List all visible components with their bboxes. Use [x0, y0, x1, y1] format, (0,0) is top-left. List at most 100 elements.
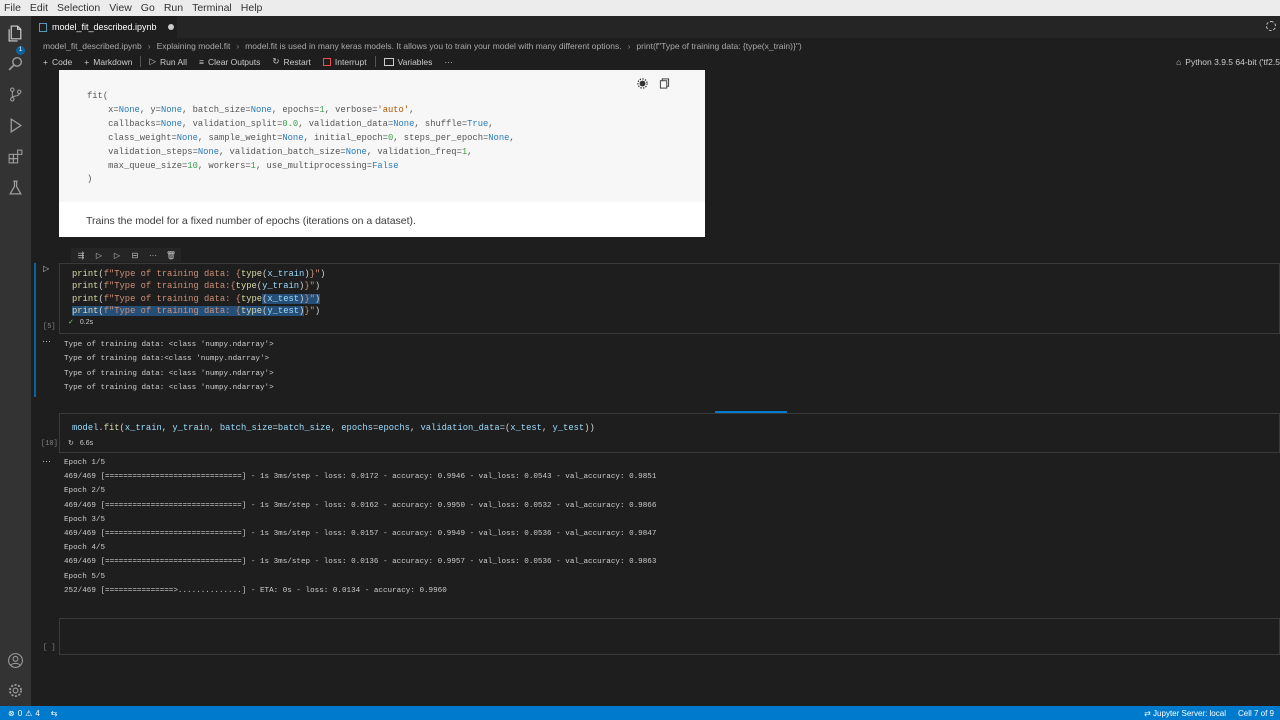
run-by-line-icon[interactable]: ⇶ [75, 249, 87, 261]
menu-view[interactable]: View [105, 0, 137, 16]
run-debug-icon[interactable] [6, 116, 25, 135]
tab-notebook[interactable]: model_fit_described.ipynb [31, 16, 177, 38]
doc-line: ) [87, 174, 93, 185]
copy-icon[interactable] [659, 78, 670, 89]
menu-go[interactable]: Go [137, 0, 160, 16]
doc-line: validation_steps=None, validation_batch_… [108, 146, 473, 157]
clear-outputs-button[interactable]: ≡ Clear Outputs [193, 57, 266, 67]
theme-toggle-icon[interactable] [637, 78, 648, 89]
code-line: print(f"Type of training data:{type(y_tr… [72, 281, 321, 292]
testing-icon[interactable] [6, 178, 25, 197]
problems-indicator[interactable]: ⊗ 0 ⚠ 4 ⇆ [0, 709, 57, 718]
restart-button[interactable]: ↻ Restart [266, 56, 317, 67]
toolbar-divider [374, 56, 376, 67]
output-more-icon[interactable]: ··· [42, 456, 51, 466]
variables-button[interactable]: Variables [378, 57, 439, 67]
check-icon: ✓ [68, 319, 74, 326]
breadcrumb-section[interactable]: Explaining model.fit [157, 41, 231, 51]
exec-count: [ ] [43, 644, 56, 652]
cell-position[interactable]: Cell 7 of 9 [1238, 709, 1274, 718]
output-line: Epoch 2/5 [64, 487, 106, 496]
split-cell-icon[interactable]: ⊟ [129, 249, 141, 261]
notebook-icon [39, 22, 47, 32]
unsaved-dot-icon[interactable] [167, 24, 174, 30]
menu-file[interactable]: File [0, 0, 26, 16]
plus-icon: + [43, 56, 48, 67]
cell-code[interactable]: print(f"Type of training data: {type(x_t… [72, 268, 325, 317]
clear-outputs-label: Clear Outputs [207, 56, 261, 67]
error-icon: ⊗ [8, 708, 15, 718]
server-icon: ⇄ [1144, 708, 1154, 718]
settings-gear-icon[interactable] [6, 681, 25, 700]
run-cell-icon[interactable]: ▷ [43, 264, 49, 273]
account-icon[interactable] [6, 651, 25, 670]
add-code-label: Code [51, 56, 73, 67]
plus-icon: + [84, 56, 90, 67]
interrupt-button[interactable]: Interrupt [317, 57, 373, 67]
variables-icon [383, 57, 394, 66]
breadcrumb-cell[interactable]: print(f"Type of training data: {type(x_t… [636, 41, 801, 51]
source-control-icon[interactable] [6, 85, 25, 104]
doc-line: callbacks=None, validation_split=0.0, va… [108, 118, 494, 129]
output-line: 469/469 [==============================]… [64, 558, 657, 567]
delete-trash-icon[interactable]: 🗑 [165, 249, 177, 261]
notebook-toolbar: + Code + Markdown ▷ Run All ≡ Clear Outputs … [31, 54, 1280, 69]
execute-below-icon[interactable]: ▷ [111, 249, 123, 261]
more-icon[interactable]: ··· [147, 249, 159, 261]
focus-indicator [34, 263, 36, 397]
status-bar: ⊗ 0 ⚠ 4 ⇆ ⇄ Jupyter Server: local Cell 7 o… [0, 706, 1280, 720]
jupyter-server-status[interactable]: ⇄ Jupyter Server: local [1144, 709, 1226, 718]
code-cell[interactable]: print(f"Type of training data: {type(x_t… [59, 263, 1280, 334]
doc-line: x=None, y=None, batch_size=None, epochs=… [108, 104, 415, 115]
output-more-icon[interactable]: ··· [42, 336, 51, 346]
output-line: Type of training data:<class 'numpy.ndar… [64, 355, 270, 364]
menu-edit[interactable]: Edit [26, 0, 53, 16]
markdown-image-cell[interactable]: fit( x=None, y=None, batch_size=None, ep… [59, 70, 705, 237]
doc-line: fit( [87, 91, 109, 101]
fit-signature-code: fit( x=None, y=None, batch_size=None, ep… [87, 90, 515, 187]
output-line: 252/469 [===============>..............]… [64, 586, 447, 595]
extensions-icon[interactable] [6, 147, 25, 166]
layout-gear-icon[interactable] [1266, 21, 1276, 31]
execute-above-icon[interactable]: ▷ [93, 249, 105, 261]
cell-toolbar: ⇶ ▷ ▷ ⊟ ··· 🗑 [71, 248, 181, 262]
breadcrumb-file[interactable]: model_fit_described.ipynb [43, 41, 142, 51]
menu-terminal[interactable]: Terminal [188, 0, 237, 16]
activity-bar: 1 [0, 16, 31, 706]
tab-label: model_fit_described.ipynb [52, 22, 157, 32]
fit-signature-box: fit( x=None, y=None, batch_size=None, ep… [59, 70, 705, 202]
menu-selection[interactable]: Selection [53, 0, 105, 16]
cell-code[interactable]: model.fit(x_train, y_train, batch_size=b… [72, 422, 595, 434]
editor-area: model_fit_described.ipynb model_fit_desc… [31, 16, 1280, 706]
clear-all-icon: ≡ [198, 56, 204, 67]
output-line: Epoch 1/5 [64, 459, 106, 467]
add-code-button[interactable]: + Code [37, 57, 78, 67]
live-share-icon[interactable]: ⇆ [51, 709, 58, 718]
output-line: 469/469 [==============================]… [64, 501, 657, 510]
output-line: Epoch 4/5 [64, 544, 106, 553]
explorer-icon[interactable] [6, 24, 25, 43]
chevron-right-icon: › [236, 41, 240, 51]
warning-icon: ⚠ [25, 708, 33, 718]
empty-code-cell[interactable] [59, 618, 1280, 655]
search-icon[interactable] [6, 54, 25, 73]
output-line: Epoch 5/5 [64, 572, 106, 581]
stop-icon [322, 57, 331, 66]
code-cell[interactable]: model.fit(x_train, y_train, batch_size=b… [59, 413, 1280, 453]
running-spinner-icon: ↻ [68, 440, 74, 447]
run-all-label: Run All [160, 56, 187, 67]
more-actions-button[interactable]: ··· [438, 57, 459, 67]
code-line: print(f"Type of training data: {type(y_t… [72, 305, 321, 316]
kernel-picker[interactable]: ⌂ Python 3.9.5 64-bit ('tf2.5 [1176, 54, 1280, 69]
menu-help[interactable]: Help [237, 0, 268, 16]
chevron-right-icon: › [627, 41, 631, 51]
menu-run[interactable]: Run [160, 0, 188, 16]
output-line: Type of training data: <class 'numpy.nda… [64, 369, 274, 378]
run-all-button[interactable]: ▷ Run All [143, 56, 192, 67]
breadcrumb-subsection[interactable]: model.fit is used in many keras models. … [245, 41, 621, 51]
fit-description: Trains the model for a fixed number of e… [86, 215, 416, 227]
add-markdown-button[interactable]: + Markdown [78, 57, 138, 67]
code-line: print(f"Type of training data: {type(x_t… [72, 293, 321, 304]
doc-line: max_queue_size=10, workers=1, use_multip… [108, 160, 399, 171]
cell-status: ✓ 0.2s [68, 318, 93, 327]
